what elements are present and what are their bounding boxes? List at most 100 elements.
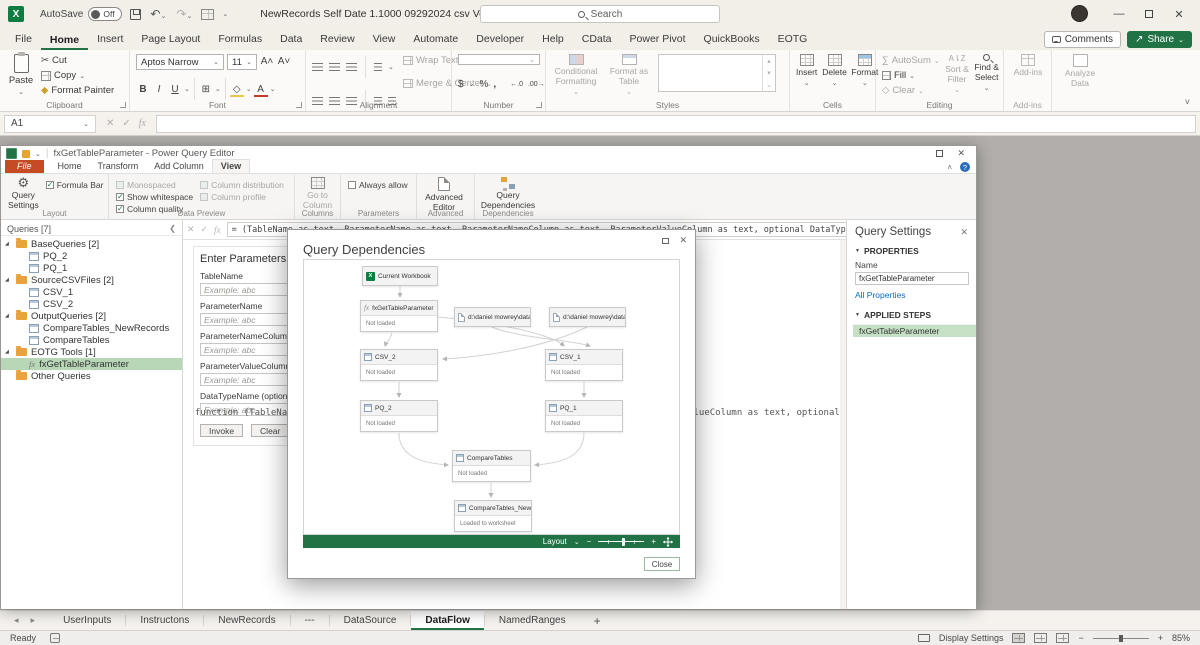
clear-button[interactable]: ◇Clear⌄ — [882, 84, 940, 97]
dialog-close-icon[interactable]: ✕ — [679, 235, 687, 246]
font-size-combo[interactable]: 11⌄ — [227, 54, 257, 70]
delete-cells-button[interactable]: Delete⌄ — [822, 54, 847, 97]
query-item-basequeries-2[interactable]: ◢BaseQueries [2] — [1, 238, 182, 250]
sheet-tab-blank[interactable]: --- — [291, 611, 329, 630]
expand-arrow-icon[interactable]: ◢ — [5, 241, 12, 247]
save-icon[interactable] — [130, 9, 141, 20]
pq-qat-dropdown-icon[interactable]: ⌄ — [35, 150, 41, 158]
quick-access-icon[interactable] — [201, 9, 214, 20]
restore-button[interactable] — [1134, 0, 1164, 28]
expand-arrow-icon[interactable]: ◢ — [5, 349, 12, 355]
minimize-button[interactable]: — — [1104, 0, 1134, 28]
redo-icon[interactable]: ↷⌄ — [175, 7, 193, 21]
invoke-button[interactable]: Invoke — [200, 424, 243, 437]
sheet-tab-newrecords[interactable]: NewRecords — [204, 611, 289, 630]
ribbon-tab-cdata[interactable]: CData — [573, 30, 621, 50]
copy-button[interactable]: Copy⌄ — [41, 69, 114, 82]
dependency-node-comparetables[interactable]: CompareTablesNot loaded — [452, 450, 531, 482]
comma-style-icon[interactable]: , — [493, 79, 496, 90]
ribbon-tab-power-pivot[interactable]: Power Pivot — [621, 30, 695, 50]
query-item-eotg-tools-1[interactable]: ◢EOTG Tools [1] — [1, 346, 182, 358]
page-layout-view-icon[interactable] — [1034, 633, 1047, 643]
pq-confirm-icon[interactable]: ✓ — [201, 224, 209, 235]
dialog-close-button[interactable]: Close — [644, 557, 680, 571]
conditional-formatting-button[interactable]: Conditional Formatting ⌄ — [552, 54, 600, 97]
query-item-comparetables[interactable]: CompareTables — [1, 334, 182, 346]
align-middle-icon[interactable] — [329, 63, 340, 72]
fill-color-dropdown-icon[interactable]: ⌄ — [246, 85, 252, 93]
ribbon-tab-automate[interactable]: Automate — [404, 30, 467, 50]
sheet-tab-userinputs[interactable]: UserInputs — [49, 611, 125, 630]
percent-icon[interactable]: % — [479, 79, 488, 90]
dependency-node-d-daniel-mowrey-data-0[interactable]: d:\daniel mowrey\data\0... — [549, 307, 626, 327]
find-select-button[interactable]: Find & Select⌄ — [974, 54, 999, 97]
zoom-level-label[interactable]: 85% — [1172, 633, 1190, 643]
bold-button[interactable]: B — [136, 82, 150, 97]
checkbox-formula-bar[interactable]: Formula Bar — [46, 179, 104, 190]
dependency-node-d-daniel-mowrey-data-0[interactable]: d:\daniel mowrey\data\0... — [454, 307, 531, 327]
number-dialog-launcher[interactable] — [536, 102, 542, 108]
user-avatar[interactable] — [1071, 5, 1088, 22]
accessibility-icon[interactable] — [50, 633, 60, 643]
checkbox-always-allow[interactable]: Always allow — [348, 179, 408, 190]
font-color-button[interactable]: A — [254, 82, 268, 97]
layout-dropdown-icon[interactable]: ⌄ — [574, 538, 580, 546]
grow-font-button[interactable]: A˄ — [260, 54, 274, 69]
dependency-node-csv-1[interactable]: CSV_1Not loaded — [545, 349, 623, 381]
add-sheet-button[interactable]: + — [580, 611, 615, 630]
clear-parameters-button[interactable]: Clear — [251, 424, 289, 437]
dependency-node-fxgettableparameter[interactable]: fxfxGetTableParameterNot loaded — [360, 300, 438, 332]
collapse-ribbon-icon[interactable]: ˅ — [1185, 97, 1190, 107]
autosave-toggle[interactable]: AutoSave Off — [40, 7, 122, 21]
format-as-table-button[interactable]: Format as Table ⌄ — [605, 54, 653, 97]
ribbon-tab-insert[interactable]: Insert — [88, 30, 132, 50]
applied-steps-section-header[interactable]: ▼ APPLIED STEPS — [847, 308, 976, 322]
orientation-icon[interactable] — [374, 63, 382, 72]
font-dialog-launcher[interactable] — [296, 102, 302, 108]
dependency-diagram-canvas[interactable]: XCurrent WorkbookfxfxGetTableParameterNo… — [303, 259, 680, 535]
zoom-slider-knob[interactable] — [622, 538, 625, 546]
sheet-tab-dataflow[interactable]: DataFlow — [411, 611, 483, 630]
italic-button[interactable]: I — [152, 82, 166, 97]
borders-dropdown-icon[interactable]: ⌄ — [215, 85, 221, 93]
layout-dropdown[interactable]: Layout — [543, 537, 567, 546]
analyze-data-button[interactable]: Analyze Data — [1058, 54, 1102, 97]
ribbon-tab-developer[interactable]: Developer — [467, 30, 533, 50]
display-settings-button[interactable]: Display Settings — [939, 633, 1004, 643]
dependency-node-comparetables-newrecords[interactable]: CompareTables_NewRecordsLoaded to worksh… — [454, 500, 532, 532]
increase-decimal-icon[interactable]: ←.0 — [510, 81, 523, 88]
formula-input[interactable] — [156, 115, 1196, 133]
fill-button[interactable]: Fill⌄ — [882, 69, 940, 82]
query-settings-button[interactable]: ⚙ Query Settings — [8, 177, 39, 211]
cut-button[interactable]: ✂Cut — [41, 54, 114, 67]
quick-access-dropdown-icon[interactable]: ⌄ — [222, 10, 228, 18]
font-name-combo[interactable]: Aptos Narrow⌄ — [136, 54, 224, 70]
comments-button[interactable]: Comments — [1044, 31, 1121, 48]
expand-arrow-icon[interactable]: ◢ — [5, 277, 12, 283]
next-sheet-icon[interactable]: ▸ — [31, 615, 36, 626]
currency-icon[interactable]: $ — [458, 79, 464, 90]
query-item-pq-1[interactable]: PQ_1 — [1, 262, 182, 274]
gallery-scroll-arrows[interactable]: ▴▾⌄ — [762, 55, 775, 91]
sheet-tab-instructons[interactable]: Instructons — [126, 611, 203, 630]
query-item-outputqueries-2[interactable]: ◢OutputQueries [2] — [1, 310, 182, 322]
zoom-in-icon[interactable]: + — [651, 537, 656, 546]
currency-dropdown-icon[interactable]: ⌄ — [469, 80, 475, 88]
query-item-pq-2[interactable]: PQ_2 — [1, 250, 182, 262]
paste-button[interactable]: Paste ⌄ — [6, 54, 36, 97]
zoom-knob[interactable] — [1119, 635, 1123, 642]
dialog-zoom-slider[interactable] — [598, 541, 644, 542]
name-box[interactable]: A1 ⌄ — [4, 115, 96, 133]
shrink-font-button[interactable]: A˅ — [277, 54, 291, 69]
confirm-entry-icon[interactable]: ✓ — [122, 118, 130, 129]
clipboard-dialog-launcher[interactable] — [120, 102, 126, 108]
pq-tab-home[interactable]: Home — [50, 160, 90, 173]
close-button[interactable]: ✕ — [1164, 0, 1194, 28]
align-top-icon[interactable] — [312, 63, 323, 72]
applied-step-fxgettableparameter[interactable]: fxGetTableParameter — [853, 325, 976, 337]
pq-tab-view[interactable]: View — [212, 159, 250, 173]
pq-quick-access-icon[interactable] — [22, 150, 30, 158]
checkbox-show-whitespace[interactable]: Show whitespace — [116, 191, 193, 202]
go-to-column-button[interactable]: Go to Column — [302, 177, 333, 211]
ribbon-tab-home[interactable]: Home — [41, 31, 88, 51]
